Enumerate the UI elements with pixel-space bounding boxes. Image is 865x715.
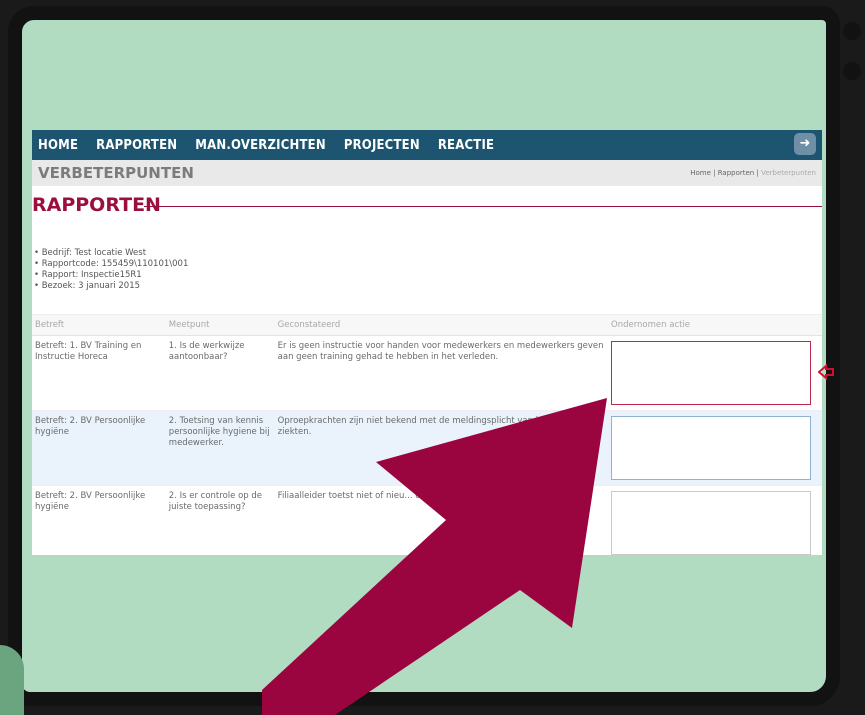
logout-icon[interactable]: ➜	[794, 133, 816, 155]
nav-man-overzichten[interactable]: MAN.OVERZICHTEN	[195, 138, 326, 153]
top-nav: HOME RAPPORTEN MAN.OVERZICHTEN PROJECTEN…	[32, 130, 822, 160]
error-arrow-icon	[818, 364, 834, 380]
cell-betreft: Betreft: 1. BV Training en Instructie Ho…	[32, 335, 166, 411]
page-subtitle: VERBETERPUNTEN	[38, 164, 194, 182]
cell-meetpunt: 1. Is de werkwijze aantoonbaar?	[165, 335, 275, 411]
decor-dot	[843, 22, 861, 40]
actie-textarea[interactable]	[611, 341, 811, 405]
col-geconstateerd: Geconstateerd	[274, 314, 608, 336]
page-title: RAPPORTEN	[32, 194, 161, 216]
nav-rapporten[interactable]: RAPPORTEN	[96, 138, 177, 153]
cell-actie	[608, 335, 822, 411]
decor-leaf	[0, 645, 24, 715]
breadcrumb-current: Verbeterpunten	[761, 169, 816, 177]
cell-geconstateerd: Oproepkrachten zijn niet bekend met de m…	[274, 410, 608, 486]
decor-dot	[843, 62, 861, 80]
actie-textarea[interactable]	[611, 491, 811, 555]
actie-textarea[interactable]	[611, 416, 811, 480]
table-row: Betreft: 2. BV Persoonlijke hygiëne 2. T…	[32, 410, 822, 486]
breadcrumb: Home | Rapporten | Verbeterpunten	[690, 169, 816, 177]
breadcrumb-home[interactable]: Home	[690, 169, 711, 177]
col-betreft: Betreft	[32, 314, 166, 336]
cell-actie	[608, 410, 822, 486]
info-rapport: • Rapport: Inspectie15R1	[34, 270, 142, 280]
table-row: Betreft: 2. BV Persoonlijke hygiëne 2. I…	[32, 485, 822, 555]
cell-actie	[608, 485, 822, 555]
app-screenshot: HOME RAPPORTEN MAN.OVERZICHTEN PROJECTEN…	[32, 130, 822, 555]
report-info: • Bedrijf: Test locatie West • Rapportco…	[34, 248, 188, 292]
findings-table: Betreft Meetpunt Geconstateerd Ondernome…	[32, 314, 822, 555]
col-actie: Ondernomen actie	[608, 314, 822, 336]
info-rapportcode: • Rapportcode: 155459\110101\001	[34, 259, 189, 269]
info-bezoek: • Bezoek: 3 januari 2015	[34, 281, 141, 291]
cell-betreft: Betreft: 2. BV Persoonlijke hygiëne	[32, 410, 166, 486]
cell-geconstateerd: Er is geen instructie voor handen voor m…	[274, 335, 608, 411]
heading-rule	[144, 206, 822, 207]
section-heading: RAPPORTEN	[32, 192, 822, 222]
nav-reactie[interactable]: REACTIE	[438, 138, 494, 153]
sub-header: VERBETERPUNTEN Home | Rapporten | Verbet…	[32, 160, 822, 186]
col-meetpunt: Meetpunt	[165, 314, 275, 336]
cell-geconstateerd: Filiaalleider toetst niet of nieu... en …	[274, 485, 608, 555]
table-row: Betreft: 1. BV Training en Instructie Ho…	[32, 335, 822, 411]
breadcrumb-sep: |	[713, 169, 716, 177]
nav-home[interactable]: HOME	[38, 138, 78, 153]
info-bedrijf: • Bedrijf: Test locatie West	[34, 248, 147, 258]
cell-meetpunt: 2. Is er controle op de juiste toepassin…	[165, 485, 275, 555]
breadcrumb-rapporten[interactable]: Rapporten	[718, 169, 755, 177]
cell-betreft: Betreft: 2. BV Persoonlijke hygiëne	[32, 485, 166, 555]
cell-meetpunt: 2. Toetsing van kennis persoonlijke hygi…	[165, 410, 275, 486]
table-header-row: Betreft Meetpunt Geconstateerd Ondernome…	[32, 314, 822, 336]
breadcrumb-sep: |	[756, 169, 759, 177]
nav-projecten[interactable]: PROJECTEN	[344, 138, 420, 153]
